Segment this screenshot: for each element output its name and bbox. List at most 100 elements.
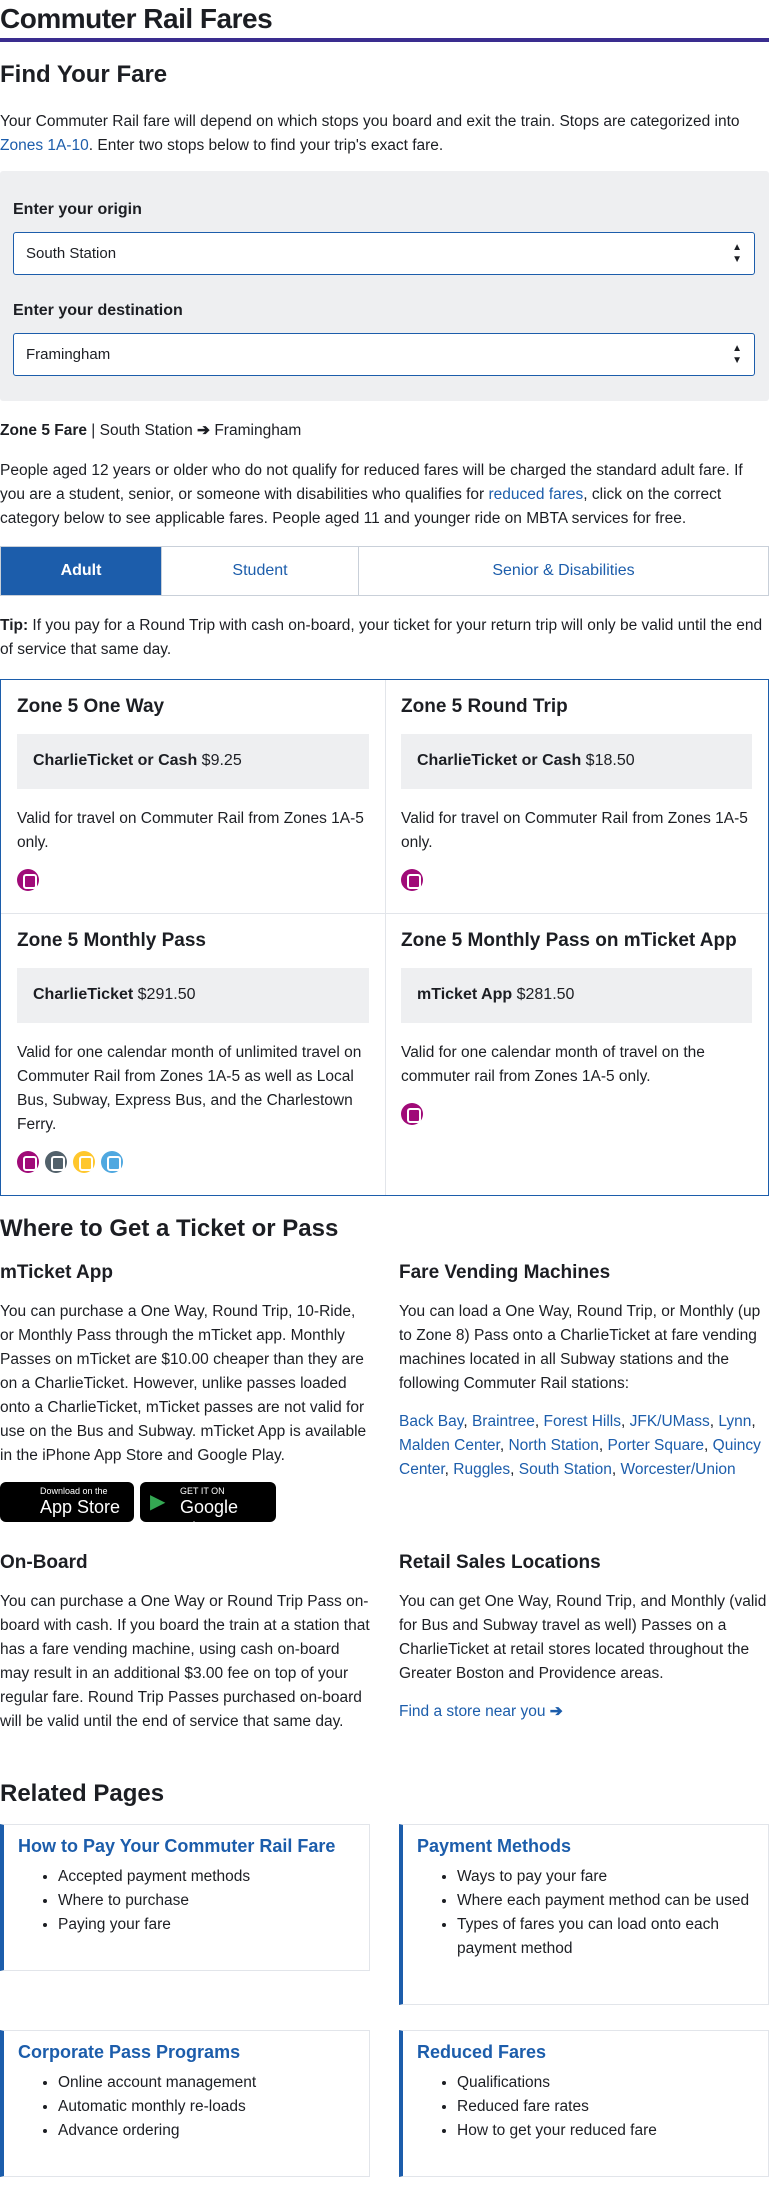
commuter-rail-icon [17, 869, 39, 891]
bus-icon [45, 1151, 67, 1173]
list-item: Advance ordering [58, 2119, 355, 2143]
station-link[interactable]: Lynn [718, 1413, 751, 1430]
tab-adult[interactable]: Adult [1, 547, 162, 595]
list-item: Online account management [58, 2071, 355, 2095]
tab-senior-disabilities[interactable]: Senior & Disabilities [359, 547, 768, 595]
fare-price-box: mTicket App $281.50 [401, 968, 752, 1023]
related-card-title[interactable]: Reduced Fares [417, 2039, 754, 2065]
find-store-link[interactable]: Find a store near you ➔ [399, 1703, 563, 1720]
app-store-badge[interactable]: Download on the App Store [0, 1482, 134, 1522]
station-link[interactable]: Forest Hills [543, 1413, 621, 1430]
zone-origin: South Station [99, 422, 193, 439]
zone-summary: Zone 5 Fare | South Station ➔ Framingham [0, 419, 301, 443]
related-heading: Related Pages [0, 1780, 165, 1807]
page-title: Commuter Rail Fares [0, 3, 273, 34]
play-icon: ▶ [150, 1491, 166, 1513]
fare-cards-grid: Zone 5 One Way CharlieTicket or Cash $9.… [0, 679, 769, 1196]
related-card[interactable]: Corporate Pass Programs Online account m… [0, 2030, 370, 2177]
commuter-rail-icon [401, 1103, 423, 1125]
onboard-text: You can purchase a One Way or Round Trip… [0, 1593, 370, 1730]
fare-description: People aged 12 years or older who do not… [0, 459, 769, 531]
fare-medium: mTicket App [417, 986, 513, 1003]
fare-card-title: Zone 5 Monthly Pass on mTicket App [401, 930, 737, 951]
app-badges: Download on the App Store ▶ GET IT ON Go… [0, 1482, 370, 1539]
mode-icons [17, 1151, 369, 1173]
list-item: Qualifications [457, 2071, 754, 2095]
fare-price: $9.25 [201, 752, 242, 769]
zone-separator: | [87, 422, 100, 439]
googleplay-small-text: GET IT ON [180, 1486, 225, 1496]
fare-card-description: Valid for travel on Commuter Rail from Z… [401, 810, 748, 851]
fare-card-round-trip: Zone 5 Round Trip CharlieTicket or Cash … [385, 680, 768, 891]
select-arrows-icon: ▲ ▼ [732, 242, 742, 265]
commuter-rail-icon [17, 1151, 39, 1173]
fare-vending-section: Fare Vending Machines You can load a One… [399, 1260, 769, 1482]
related-card[interactable]: How to Pay Your Commuter Rail Fare Accep… [0, 1824, 370, 1971]
fare-price-box: CharlieTicket or Cash $18.50 [401, 734, 752, 789]
list-item: Where each payment method can be used [457, 1889, 754, 1913]
origin-value: South Station [26, 245, 117, 262]
station-link[interactable]: Malden Center [399, 1437, 500, 1454]
fare-price: $281.50 [516, 986, 575, 1003]
station-link[interactable]: South Station [519, 1461, 612, 1478]
fare-card-title: Zone 5 Round Trip [401, 696, 568, 717]
fare-card-description: Valid for travel on Commuter Rail from Z… [17, 810, 364, 851]
fare-card-one-way: Zone 5 One Way CharlieTicket or Cash $9.… [1, 680, 385, 891]
onboard-section: On-Board You can purchase a One Way or R… [0, 1550, 370, 1734]
tip-text: Tip: If you pay for a Round Trip with ca… [0, 614, 769, 662]
fare-price-box: CharlieTicket or Cash $9.25 [17, 734, 369, 789]
list-item: Types of fares you can load onto each pa… [457, 1913, 754, 1961]
origin-select[interactable]: South Station ▲ ▼ [13, 232, 755, 275]
related-card-list: Accepted payment methods Where to purcha… [18, 1865, 355, 1937]
google-play-badge[interactable]: ▶ GET IT ON Google Play [140, 1482, 276, 1539]
station-link[interactable]: Ruggles [453, 1461, 510, 1478]
destination-value: Framingham [26, 346, 111, 363]
fare-card-description: Valid for one calendar month of unlimite… [17, 1044, 362, 1133]
find-store-label: Find a store near you [399, 1703, 546, 1720]
list-item: Reduced fare rates [457, 2095, 754, 2119]
reduced-fares-link[interactable]: reduced fares [489, 486, 584, 503]
tab-student[interactable]: Student [162, 547, 359, 595]
related-card-title[interactable]: Payment Methods [417, 1833, 754, 1859]
fvm-text: You can load a One Way, Round Trip, or M… [399, 1303, 761, 1392]
zones-link[interactable]: Zones 1A-10 [0, 137, 89, 154]
fare-price: $18.50 [585, 752, 635, 769]
station-link[interactable]: Braintree [472, 1413, 535, 1430]
related-card[interactable]: Payment Methods Ways to pay your fare Wh… [399, 1824, 769, 2005]
destination-select[interactable]: Framingham ▲ ▼ [13, 333, 755, 376]
ferry-icon [101, 1151, 123, 1173]
find-fare-heading: Find Your Fare [0, 61, 168, 88]
related-card-title[interactable]: Corporate Pass Programs [18, 2039, 355, 2065]
station-link[interactable]: North Station [508, 1437, 598, 1454]
googleplay-big-text: Google Play [180, 1497, 239, 1539]
arrow-right-icon: ➔ [197, 422, 211, 439]
fare-medium: CharlieTicket or Cash [417, 752, 582, 769]
commuter-rail-icon [401, 869, 423, 891]
related-card-title[interactable]: How to Pay Your Commuter Rail Fare [18, 1833, 355, 1859]
subway-icon [73, 1151, 95, 1173]
zone-destination: Framingham [214, 422, 302, 439]
station-link[interactable]: Back Bay [399, 1413, 463, 1430]
list-item: Paying your fare [58, 1913, 355, 1937]
related-card[interactable]: Reduced Fares Qualifications Reduced far… [399, 2030, 769, 2177]
title-divider [0, 38, 769, 42]
where-heading: Where to Get a Ticket or Pass [0, 1215, 339, 1242]
list-item: Accepted payment methods [58, 1865, 355, 1889]
tip-body: If you pay for a Round Trip with cash on… [0, 617, 763, 658]
mode-icons [401, 869, 752, 891]
fare-finder-panel: Enter your origin South Station ▲ ▼ Enter… [0, 171, 769, 401]
intro-text: Your Commuter Rail fare will depend on w… [0, 113, 740, 130]
mticket-section: mTicket App You can purchase a One Way, … [0, 1260, 370, 1539]
list-item: How to get your reduced fare [457, 2119, 754, 2143]
station-link[interactable]: Porter Square [608, 1437, 705, 1454]
station-link[interactable]: Worcester/Union [621, 1461, 736, 1478]
retail-section: Retail Sales Locations You can get One W… [399, 1550, 769, 1724]
list-item: Ways to pay your fare [457, 1865, 754, 1889]
retail-text: You can get One Way, Round Trip, and Mon… [399, 1593, 767, 1682]
fare-price: $291.50 [137, 986, 196, 1003]
fare-medium: CharlieTicket [33, 986, 134, 1003]
list-item: Automatic monthly re-loads [58, 2095, 355, 2119]
arrow-right-icon: ➔ [549, 1703, 563, 1720]
station-link[interactable]: JFK/UMass [630, 1413, 710, 1430]
mticket-text: You can purchase a One Way, Round Trip, … [0, 1303, 367, 1464]
